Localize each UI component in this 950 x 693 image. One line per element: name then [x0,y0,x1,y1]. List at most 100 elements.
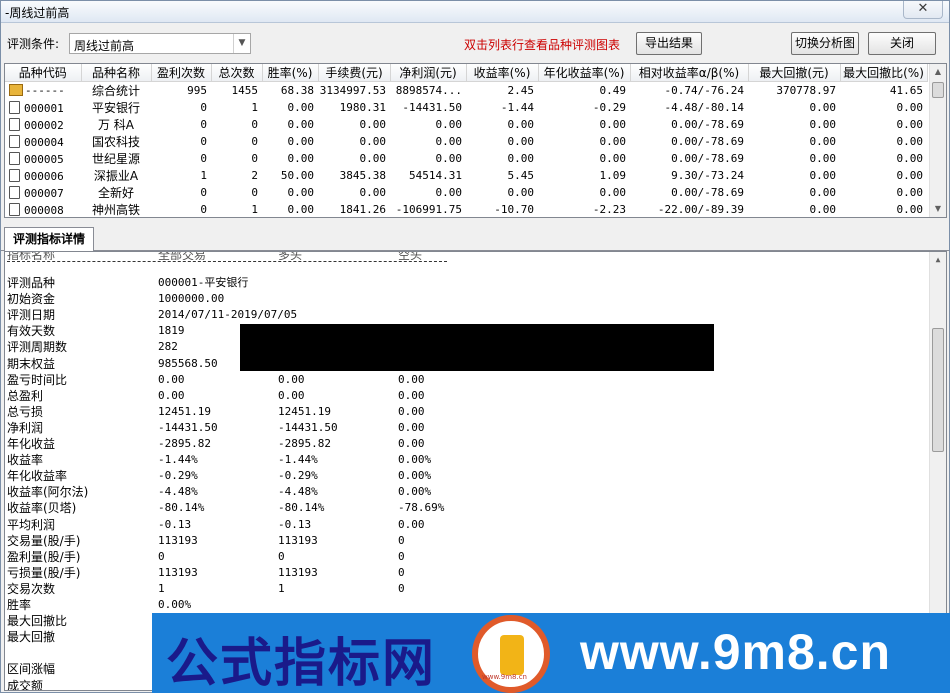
metric-label: 评测日期 [7,308,56,323]
switch-chart-button[interactable]: 切换分析图 [791,32,859,55]
scroll-thumb[interactable] [932,82,944,98]
condition-select[interactable]: 周线过前高 ▼ [69,33,251,54]
column-header[interactable]: 净利润(元) [390,64,467,82]
metric-value: 0.00 [398,437,425,450]
table-cell: 0.00 [287,186,315,199]
metric-value: -0.29% [158,469,198,483]
metric-value: 1000000.00 [158,292,225,306]
column-header[interactable]: 最大回撤(元) [748,64,841,82]
table-cell: 0.00 [599,118,627,131]
detail-row: 平均利润 -0.13 -0.13 0.00 [7,517,907,533]
code-text: ------ [25,84,65,97]
table-cell: 0.00 [507,118,535,131]
table-row[interactable]: 000008 神州高铁 0 1 0.00 1841.26 -106991.75 -10.70 -… [5,201,927,217]
table-row[interactable]: 000004 国农科技 0 0 0.00 0.00 0.00 0.00 0.00 0.00/-78… [5,133,927,150]
grid-scrollbar[interactable]: ▲ ▼ [929,64,946,217]
code-text: 000008 [24,203,64,217]
detail-row: 盈利量(股/手) 0 0 0 [7,549,907,565]
table-cell: 2.45 [507,84,535,97]
tab-detail[interactable]: 评测指标详情 [4,227,94,251]
detail-row: 收益率(阿尔法) -4.48% -4.48% 0.00% [7,484,907,500]
metric-label: 总亏损 [7,404,44,419]
watermark-url: www.9m8.cn [580,624,892,680]
detail-header-cell: 空头 [398,251,423,260]
table-cell: 0.00 [359,186,387,199]
document-icon [9,117,20,131]
metric-value: 113193 [278,533,318,547]
main-window: -周线过前高 ✕ 评测条件: 周线过前高 ▼ 双击列表行查看品种评测图表 导出结… [0,0,950,693]
window-close-button[interactable]: ✕ [903,1,943,19]
table-cell: 0.00/-78.69 [671,152,744,165]
column-header[interactable]: 最大回撤比(%) [840,64,928,82]
table-cell: 0.00 [809,186,837,199]
detail-row: 初始资金 1000000.00 [7,291,907,307]
table-cell: 0.00 [809,135,837,148]
detail-header-cell: 多头 [278,251,303,260]
tab-bar: 评测指标详情 [1,225,949,251]
code-text: 000006 [24,169,64,183]
detail-row: 评测日期 2014/07/11-2019/07/05 [7,307,907,323]
table-cell: 0 [251,186,258,199]
column-header[interactable]: 收益率(%) [466,64,539,82]
metric-label: 初始资金 [7,292,56,307]
metric-value: -2895.82 [278,437,331,450]
metric-value: 0.00 [398,420,425,434]
table-cell: 0.00 [359,118,387,131]
watermark-logo: www.9m8.cn [472,615,550,693]
chevron-down-icon[interactable]: ▼ [233,34,250,53]
column-header[interactable]: 年化收益率(%) [538,64,631,82]
table-cell: 0.00 [287,118,315,131]
export-button[interactable]: 导出结果 [636,32,702,55]
document-icon [9,151,20,165]
column-header[interactable]: 总次数 [211,64,263,82]
table-cell: 54514.31 [409,169,462,182]
divider [7,261,447,262]
column-header[interactable]: 相对收益率α/β(%) [630,64,749,82]
table-cell: 0.00 [287,203,315,216]
table-row[interactable]: ------ 综合统计 995 1455 68.38 3134997.53 8898574.… [5,82,927,100]
code-cell: 000004 [5,133,81,150]
table-row[interactable]: 000005 世纪星源 0 0 0.00 0.00 0.00 0.00 0.00 0.00/-78… [5,150,927,167]
scroll-up-icon[interactable]: ▲ [930,64,946,80]
detail-row: 评测品种 000001-平安银行 [7,275,907,291]
column-header[interactable]: 品种名称 [81,64,152,82]
table-cell: -2.23 [592,203,626,216]
table-row[interactable]: 000002 万 科A 0 0 0.00 0.00 0.00 0.00 0.00 0.00/-78… [5,116,927,133]
table-cell: 5.45 [507,169,535,182]
metric-value: 113193 [278,565,318,579]
scroll-thumb[interactable] [932,328,944,452]
metric-value: -80.14% [158,501,205,515]
results-grid[interactable]: 品种代码 品种名称 盈利次数 总次数 胜率(%) 手续费(元) 净利润(元) 收益率(%) 年化… [4,63,947,218]
column-header[interactable]: 品种代码 [5,64,82,82]
metric-value: 0 [398,565,405,579]
metric-value: 0.00 [278,388,305,402]
table-row[interactable]: 000006 深振业A 1 2 50.00 3845.38 54514.31 5.45 1.09… [5,167,927,184]
table-cell: -0.74/-76.24 [664,84,744,97]
close-button[interactable]: 关闭 [868,32,936,55]
detail-row: 净利润 -14431.50 -14431.50 0.00 [7,420,907,436]
code-text: 000005 [24,152,64,166]
table-cell: 0.00 [809,118,837,131]
column-header[interactable]: 手续费(元) [318,64,391,82]
table-cell: 0 [200,203,207,216]
table-row[interactable]: 000001 平安银行 0 1 0.00 1980.31 -14431.50 -1.44 -0.… [5,99,927,116]
table-cell: 1 [251,203,258,216]
table-cell: 0 [251,135,258,148]
metric-label: 交易量(股/手) [7,533,81,548]
metric-label: 胜率 [7,598,32,612]
detail-row: 年化收益率 -0.29% -0.29% 0.00% [7,468,907,484]
scroll-down-icon[interactable]: ▼ [930,201,946,217]
column-header[interactable]: 盈利次数 [151,64,212,82]
scroll-up-icon[interactable]: ▲ [930,252,946,268]
code-cell: 000005 [5,150,81,167]
metric-value: 0.00% [398,469,432,483]
table-cell: 国农科技 [91,135,140,149]
document-icon [9,185,20,199]
table-row[interactable]: 000007 全新好 0 0 0.00 0.00 0.00 0.00 0.00 0.00/-78.… [5,184,927,201]
table-cell: 0.00 [599,186,627,199]
metric-label: 总盈利 [7,388,44,403]
column-header[interactable]: 胜率(%) [262,64,319,82]
detail-header-cell: 指标名称 [7,251,56,260]
detail-row: 总亏损 12451.19 12451.19 0.00 [7,404,907,420]
metric-label: 盈利量(股/手) [7,549,81,564]
